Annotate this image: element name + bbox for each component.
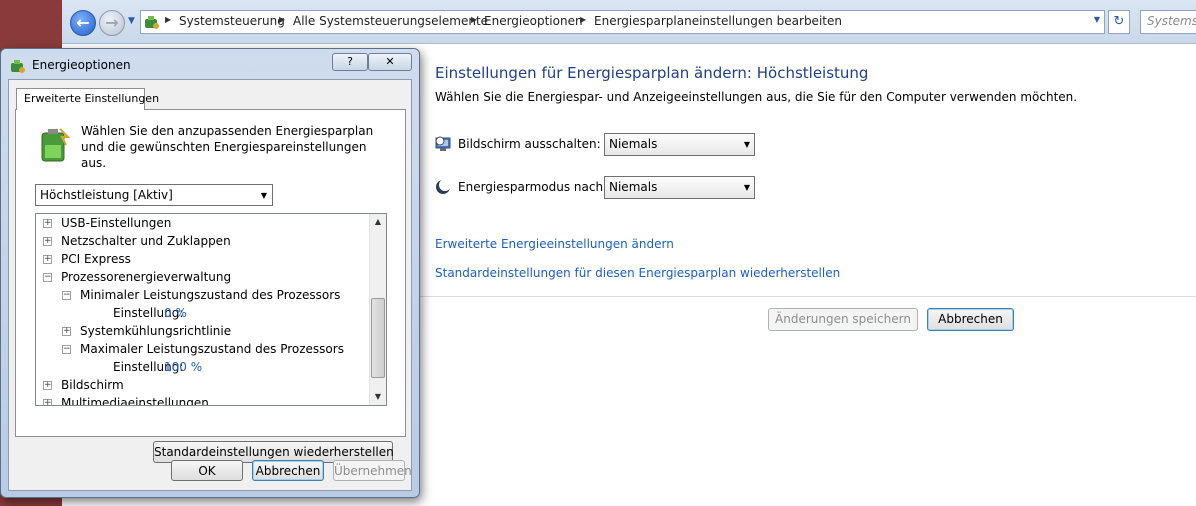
breadcrumb-separator-icon: ▶	[279, 15, 286, 24]
scroll-up-icon[interactable]: ▲	[370, 214, 386, 230]
tree-row-label: Minimaler Leistungszustand des Prozessor…	[80, 288, 341, 302]
apply-button[interactable]: Übernehmen	[333, 460, 412, 481]
power-options-icon	[11, 60, 25, 73]
panel-description: Wählen Sie den anzupassenden Energiespar…	[81, 124, 374, 170]
tree-row[interactable]: + Multimediaeinstellungen	[36, 395, 370, 406]
moon-icon	[436, 179, 451, 194]
sleep-label: Energiesparmodus nach:	[458, 180, 608, 194]
chevron-down-icon: ▼	[743, 183, 750, 192]
page-subtitle: Wählen Sie die Energiespar- und Anzeigee…	[435, 90, 1078, 104]
power-options-dialog: Energieoptionen ? ✕ Erweiterte Einstellu…	[0, 48, 420, 498]
tree-row-label: Bildschirm	[61, 378, 124, 392]
dialog-title: Energieoptionen	[32, 58, 131, 72]
ok-button[interactable]: OK	[171, 460, 243, 481]
close-button[interactable]: ✕	[368, 53, 412, 71]
address-dropdown-icon[interactable]: ▼	[1094, 15, 1100, 24]
breadcrumb-separator-icon: ▶	[580, 15, 587, 24]
tree-row[interactable]: Einstellung: 0 %	[36, 305, 370, 323]
collapse-icon[interactable]: −	[43, 273, 52, 282]
monitor-clock-icon	[435, 136, 451, 151]
search-input[interactable]: Systemste	[1140, 10, 1196, 34]
scroll-down-icon[interactable]: ▼	[370, 389, 386, 405]
save-changes-button[interactable]: Änderungen speichern	[768, 308, 918, 331]
page-title: Einstellungen für Energiesparplan ändern…	[435, 64, 869, 82]
tree-row-value[interactable]: 100 %	[164, 360, 202, 374]
breadcrumb-separator-icon: ▶	[165, 15, 172, 24]
tab-advanced-settings[interactable]: Erweiterte Einstellungen	[16, 88, 159, 110]
tree-row[interactable]: − Minimaler Leistungszustand des Prozesso…	[36, 287, 370, 305]
expand-icon[interactable]: +	[43, 255, 52, 264]
settings-tree[interactable]: + USB-Einstellungen + Netzschalter und Zukl…	[35, 213, 387, 406]
breadcrumb-plan-bearbeiten[interactable]: Energiesparplaneinstellungen bearbeiten	[594, 14, 842, 28]
breadcrumb-energieoptionen[interactable]: Energieoptionen	[484, 14, 583, 28]
tree-row[interactable]: + Bildschirm	[36, 377, 370, 395]
sleep-select[interactable]: Niemals ▼	[604, 176, 755, 199]
breadcrumb-systemsteuerung[interactable]: Systemsteuerung	[179, 14, 285, 28]
tree-row-label: Maximaler Leistungszustand des Prozessor…	[80, 342, 344, 356]
help-button[interactable]: ?	[332, 53, 368, 71]
back-button[interactable]: ←	[70, 10, 96, 36]
chevron-down-icon: ▼	[743, 140, 750, 149]
tree-row-value[interactable]: 0 %	[164, 306, 187, 320]
scroll-thumb[interactable]	[371, 298, 385, 378]
advanced-settings-link[interactable]: Erweiterte Energieeinstellungen ändern	[435, 237, 674, 251]
expand-icon[interactable]: +	[43, 237, 52, 246]
tree-row-label: USB-Einstellungen	[61, 216, 172, 230]
display-off-select[interactable]: Niemals ▼	[604, 133, 755, 156]
tree-row[interactable]: − Prozessorenergieverwaltung	[36, 269, 370, 287]
tree-row[interactable]: + USB-Einstellungen	[36, 215, 370, 233]
breadcrumb-alle-elemente[interactable]: Alle Systemsteuerungselemente	[293, 14, 488, 28]
tree-row-label: Multimediaeinstellungen	[61, 396, 209, 406]
tree-row-label: Systemkühlungsrichtlinie	[80, 324, 232, 338]
tree-row-label: Netzschalter und Zuklappen	[61, 234, 231, 248]
plan-select-value: Höchstleistung [Aktiv]	[40, 188, 173, 202]
display-off-label: Bildschirm ausschalten:	[458, 137, 601, 151]
expand-icon[interactable]: +	[43, 219, 52, 228]
recent-pages-dropdown-icon[interactable]: ▼	[128, 16, 135, 26]
navigation-bar: ← → ▼ ▶ Systemsteuerung ▶ Alle Systemste…	[62, 0, 1196, 44]
collapse-icon[interactable]: −	[62, 345, 71, 354]
expand-icon[interactable]: +	[43, 399, 52, 405]
expand-icon[interactable]: +	[43, 381, 52, 390]
tree-row[interactable]: + Netzschalter und Zuklappen	[36, 233, 370, 251]
forward-button[interactable]: →	[99, 10, 125, 36]
tree-row[interactable]: Einstellung: 100 %	[36, 359, 370, 377]
divider	[418, 296, 1196, 297]
control-panel-icon	[145, 16, 159, 29]
restore-plan-defaults-link[interactable]: Standardeinstellungen für diesen Energie…	[435, 266, 840, 280]
plan-select[interactable]: Höchstleistung [Aktiv] ▼	[35, 184, 273, 206]
display-off-value: Niemals	[609, 137, 658, 151]
tree-row[interactable]: + Systemkühlungsrichtlinie	[36, 323, 370, 341]
tree-row-label: PCI Express	[61, 252, 131, 266]
collapse-icon[interactable]: −	[62, 291, 71, 300]
chevron-down-icon: ▼	[260, 191, 267, 200]
cancel-button[interactable]: Abbrechen	[927, 308, 1014, 331]
sleep-value: Niemals	[609, 180, 658, 194]
tree-row[interactable]: − Maximaler Leistungszustand des Prozesso…	[36, 341, 370, 359]
address-bar[interactable]: ▶ Systemsteuerung ▶ Alle Systemsteuerung…	[140, 10, 1105, 34]
refresh-button[interactable]: ↻	[1108, 10, 1130, 34]
expand-icon[interactable]: +	[62, 327, 71, 336]
tree-row-label: Prozessorenergieverwaltung	[61, 270, 232, 284]
dialog-body: Erweiterte Einstellungen Wählen Sie den …	[8, 79, 412, 491]
tree-row[interactable]: + PCI Express	[36, 251, 370, 269]
breadcrumb-separator-icon: ▶	[471, 15, 478, 24]
battery-icon	[41, 128, 71, 162]
tab-panel: Wählen Sie den anzupassenden Energiespar…	[15, 109, 406, 463]
dialog-cancel-button[interactable]: Abbrechen	[252, 460, 324, 481]
tree-scrollbar[interactable]: ▲ ▼	[369, 214, 386, 405]
